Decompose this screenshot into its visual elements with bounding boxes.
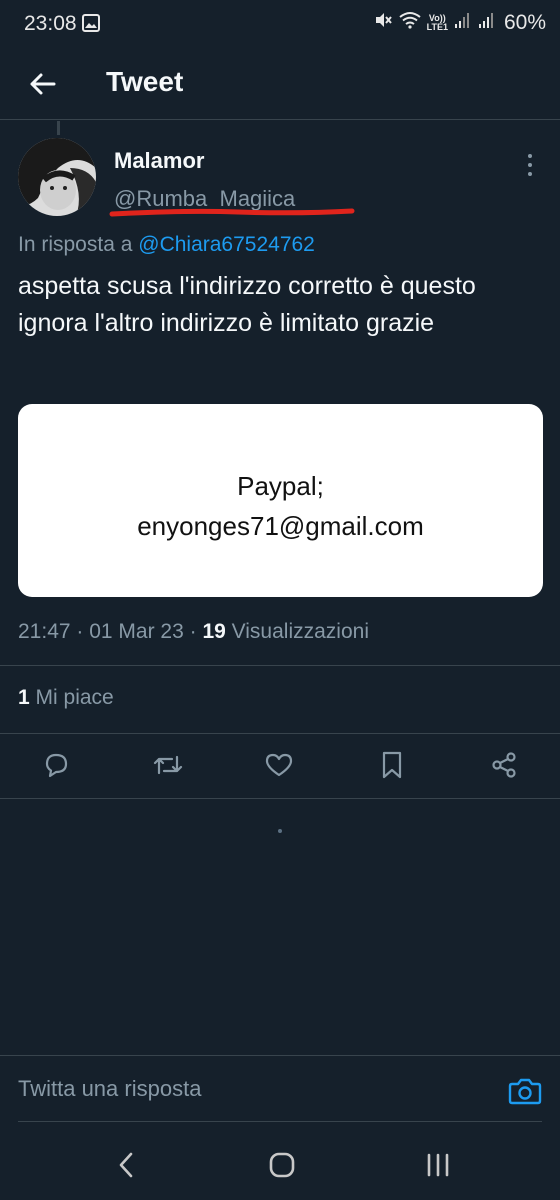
reply-prefix: In risposta a	[18, 233, 133, 256]
page-title: Tweet	[106, 66, 184, 97]
like-button[interactable]	[263, 749, 295, 781]
status-bar: 23:08 Vo)) LTE1 60%	[0, 0, 560, 50]
lte-indicator: Vo)) LTE1	[426, 13, 448, 32]
likes-summary[interactable]: 1 Mi piace	[18, 686, 114, 710]
reply-input-underline	[18, 1121, 542, 1122]
comment-icon	[45, 753, 68, 778]
reply-to-handle-link[interactable]: @Chiara67524762	[138, 233, 315, 256]
top-app-bar: Tweet	[0, 50, 560, 120]
divider	[0, 733, 560, 734]
more-vertical-icon	[528, 154, 532, 158]
author-name[interactable]: Malamor	[114, 148, 204, 174]
reply-input[interactable]	[18, 1076, 478, 1102]
heart-icon	[265, 753, 293, 777]
retweet-icon	[153, 755, 183, 775]
more-options-button[interactable]	[518, 148, 542, 188]
reply-composer-bar	[0, 1055, 560, 1122]
mute-icon	[373, 10, 393, 35]
tweet-action-bar	[0, 735, 560, 797]
tweet-text: aspetta scusa l'indirizzo corretto è que…	[18, 272, 476, 337]
tweet-timestamp: 21:47 · 01 Mar 23 ·	[18, 620, 197, 643]
reply-button[interactable]	[40, 749, 72, 781]
wifi-icon	[399, 11, 421, 34]
likes-label: Mi piace	[35, 686, 114, 709]
chevron-left-icon	[119, 1152, 133, 1178]
divider	[0, 798, 560, 799]
reply-context: In risposta a @Chiara67524762	[18, 233, 315, 257]
back-button[interactable]	[22, 64, 62, 104]
bookmark-button[interactable]	[376, 749, 408, 781]
signal-icon-2	[478, 11, 496, 34]
status-time: 23:08	[24, 12, 77, 35]
system-home-button[interactable]	[262, 1148, 302, 1182]
retweet-button[interactable]	[152, 749, 184, 781]
share-button[interactable]	[488, 749, 520, 781]
share-icon	[492, 752, 516, 778]
more-vertical-icon	[528, 163, 532, 167]
arrow-left-icon	[30, 73, 56, 95]
image-text-line-2: enyonges71@gmail.com	[137, 510, 424, 541]
avatar[interactable]	[18, 138, 96, 216]
system-back-button[interactable]	[106, 1148, 146, 1182]
tweet-image[interactable]: Paypal; enyonges71@gmail.com	[18, 404, 543, 597]
image-text-line-1: Paypal;	[237, 470, 324, 501]
red-highlight-underline	[109, 208, 355, 217]
lte-bottom-label: LTE1	[426, 21, 448, 32]
bookmark-icon	[382, 751, 402, 779]
thread-connector-line	[57, 121, 60, 135]
camera-button[interactable]	[508, 1076, 542, 1106]
signal-icon-1	[454, 11, 472, 34]
camera-icon	[508, 1078, 542, 1105]
system-recents-button[interactable]	[418, 1148, 458, 1182]
likes-count: 1	[18, 686, 30, 709]
screen: 23:08 Vo)) LTE1 60% Tweet Malamor @Rumba…	[0, 0, 560, 1200]
gallery-notification-icon	[82, 14, 100, 37]
home-icon	[269, 1152, 295, 1178]
loading-indicator	[278, 829, 282, 833]
recents-icon	[427, 1153, 449, 1177]
status-icons: Vo)) LTE1 60%	[373, 10, 546, 35]
system-nav-bar	[0, 1130, 560, 1200]
views-count: 19	[202, 620, 226, 643]
views-label[interactable]: Visualizzazioni	[232, 620, 369, 643]
battery-level: 60%	[503, 10, 546, 34]
tweet-meta: 21:47 · 01 Mar 23 · 19 Visualizzazioni	[18, 620, 369, 644]
more-vertical-icon	[528, 172, 532, 176]
divider	[0, 665, 560, 666]
